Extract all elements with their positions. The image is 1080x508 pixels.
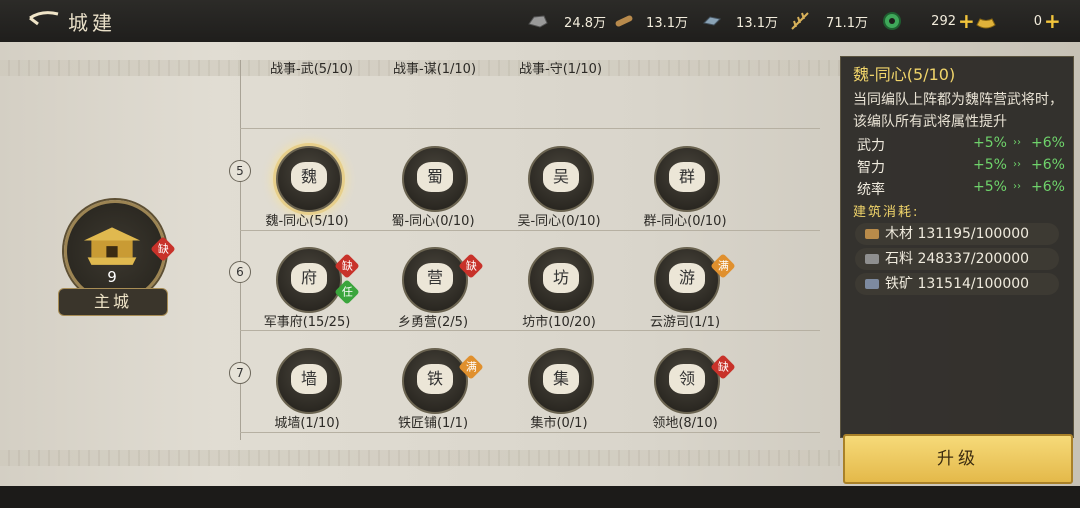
resource-jade: 292 +	[874, 0, 975, 42]
double-arrow-icon: ››	[1013, 159, 1021, 170]
resource-gold: 0 +	[968, 0, 1061, 42]
resource-grain: 71.1万	[782, 0, 868, 42]
cost-header: 建筑消耗:	[853, 205, 920, 220]
tier-number: 7	[229, 362, 251, 384]
tier-number: 5	[229, 160, 251, 182]
building-label: 吴-同心(0/10)	[517, 214, 601, 229]
war-defense-label[interactable]: 战事-守(1/10)	[519, 58, 602, 77]
building-label: 坊市(10/20)	[522, 315, 596, 330]
gold-icon	[976, 18, 996, 29]
building-icon-button[interactable]: 营	[402, 247, 468, 313]
add-gold-button[interactable]: +	[1044, 9, 1061, 33]
wei-emblem-icon: 魏	[291, 162, 327, 192]
building-node-shu[interactable]: 蜀 蜀-同心(0/10)	[378, 146, 488, 229]
building-icon-button[interactable]: 吴	[528, 146, 594, 212]
war-strategy-label[interactable]: 战事-谋(1/10)	[393, 58, 476, 77]
panel-description: 当同编队上阵都为魏阵营武将时，该编队所有武将属性提升	[853, 92, 1063, 130]
wood-icon	[615, 15, 633, 27]
shu-emblem-icon: 蜀	[417, 162, 453, 192]
double-arrow-icon: ››	[1013, 181, 1021, 192]
resource-stone: 24.8万	[520, 0, 606, 42]
stat-row: 智力 +5% ›› +6%	[857, 157, 1065, 176]
military-office-icon: 府	[291, 263, 327, 293]
building-node-workshop-market[interactable]: 坊 坊市(10/20)	[504, 247, 614, 330]
iron-icon	[702, 16, 722, 26]
building-node-travel-office[interactable]: 游 满 云游司(1/1)	[630, 247, 740, 330]
main-city-level: 9	[107, 268, 117, 286]
building-icon-button[interactable]: 魏	[276, 146, 342, 212]
cost-row-iron: 铁矿 131514/100000	[855, 273, 1059, 295]
building-node-territory[interactable]: 领 缺 领地(8/10)	[630, 348, 740, 431]
building-label: 群-同心(0/10)	[643, 214, 727, 229]
row-divider	[240, 330, 820, 331]
building-node-market[interactable]: 集 集市(0/1)	[504, 348, 614, 431]
anvil-icon: 铁	[417, 364, 453, 394]
upgrade-button[interactable]: 升级	[843, 434, 1073, 484]
detail-panel: 魏-同心(5/10) 当同编队上阵都为魏阵营武将时，该编队所有武将属性提升 武力…	[840, 56, 1074, 438]
building-node-city-wall[interactable]: 墙 城墙(1/10)	[252, 348, 362, 431]
building-label: 云游司(1/1)	[649, 315, 721, 330]
cost-row-stone: 石料 248337/200000	[855, 248, 1059, 270]
tier-number: 6	[229, 261, 251, 283]
building-label: 军事府(15/25)	[263, 315, 351, 330]
bottom-bar	[0, 486, 1080, 508]
cost-row-wood: 木材 131195/100000	[855, 223, 1059, 245]
decor-border-bottom	[0, 450, 840, 466]
stone-icon	[865, 254, 879, 264]
building-label: 领地(8/10)	[652, 416, 718, 431]
building-icon-button[interactable]: 蜀	[402, 146, 468, 212]
building-label: 集市(0/1)	[530, 416, 588, 431]
building-icon-button[interactable]: 铁	[402, 348, 468, 414]
building-node-wu[interactable]: 吴 吴-同心(0/10)	[504, 146, 614, 229]
building-node-wei[interactable]: 魏 魏-同心(5/10)	[252, 146, 362, 229]
building-icon-button[interactable]: 墙	[276, 348, 342, 414]
iron-icon	[865, 279, 879, 289]
top-bar: 城建 24.8万 13.1万 13.1万 71.1万 292 + 0 +	[0, 0, 1080, 43]
jade-icon	[883, 12, 901, 30]
main-city-ring[interactable]	[64, 200, 166, 302]
workshop-icon: 坊	[543, 263, 579, 293]
building-icon-button[interactable]: 群	[654, 146, 720, 212]
stat-row: 武力 +5% ›› +6%	[857, 135, 1065, 154]
qun-emblem-icon: 群	[669, 162, 705, 192]
wu-emblem-icon: 吴	[543, 162, 579, 192]
city-wall-icon: 墙	[291, 364, 327, 394]
row-divider	[240, 128, 820, 129]
building-label: 蜀-同心(0/10)	[391, 214, 475, 229]
building-node-military-office[interactable]: 府 缺 任 军事府(15/25)	[252, 247, 362, 330]
war-martial-label[interactable]: 战事-武(5/10)	[270, 58, 353, 77]
stone-icon	[528, 15, 548, 28]
building-node-militia-camp[interactable]: 营 缺 乡勇营(2/5)	[378, 247, 488, 330]
building-icon-button[interactable]: 府	[276, 247, 342, 313]
row-divider	[240, 432, 820, 433]
building-label: 魏-同心(5/10)	[265, 214, 349, 229]
page-title: 城建	[68, 11, 116, 35]
building-label: 铁匠铺(1/1)	[397, 416, 469, 431]
grain-icon	[791, 12, 809, 30]
building-label: 乡勇营(2/5)	[397, 315, 469, 330]
resource-wood: 13.1万	[606, 0, 688, 42]
territory-icon: 领	[669, 364, 705, 394]
building-node-smithy[interactable]: 铁 满 铁匠铺(1/1)	[378, 348, 488, 431]
resource-iron: 13.1万	[694, 0, 778, 42]
building-icon-button[interactable]: 集	[528, 348, 594, 414]
militia-camp-icon: 营	[417, 263, 453, 293]
row-divider	[240, 230, 820, 231]
travel-office-icon: 游	[669, 263, 705, 293]
building-node-qun[interactable]: 群 群-同心(0/10)	[630, 146, 740, 229]
panel-title: 魏-同心(5/10)	[853, 65, 956, 84]
wood-icon	[865, 229, 879, 239]
building-icon-button[interactable]: 领	[654, 348, 720, 414]
building-label: 城墙(1/10)	[274, 416, 340, 431]
market-icon: 集	[543, 364, 579, 394]
double-arrow-icon: ››	[1013, 137, 1021, 148]
building-icon-button[interactable]: 坊	[528, 247, 594, 313]
back-arrow-icon[interactable]	[24, 6, 64, 34]
main-city-node[interactable]: 9 主城 缺	[58, 200, 178, 320]
stat-row: 统率 +5% ›› +6%	[857, 179, 1065, 198]
building-icon-button[interactable]: 游	[654, 247, 720, 313]
main-city-label: 主城	[58, 288, 168, 316]
